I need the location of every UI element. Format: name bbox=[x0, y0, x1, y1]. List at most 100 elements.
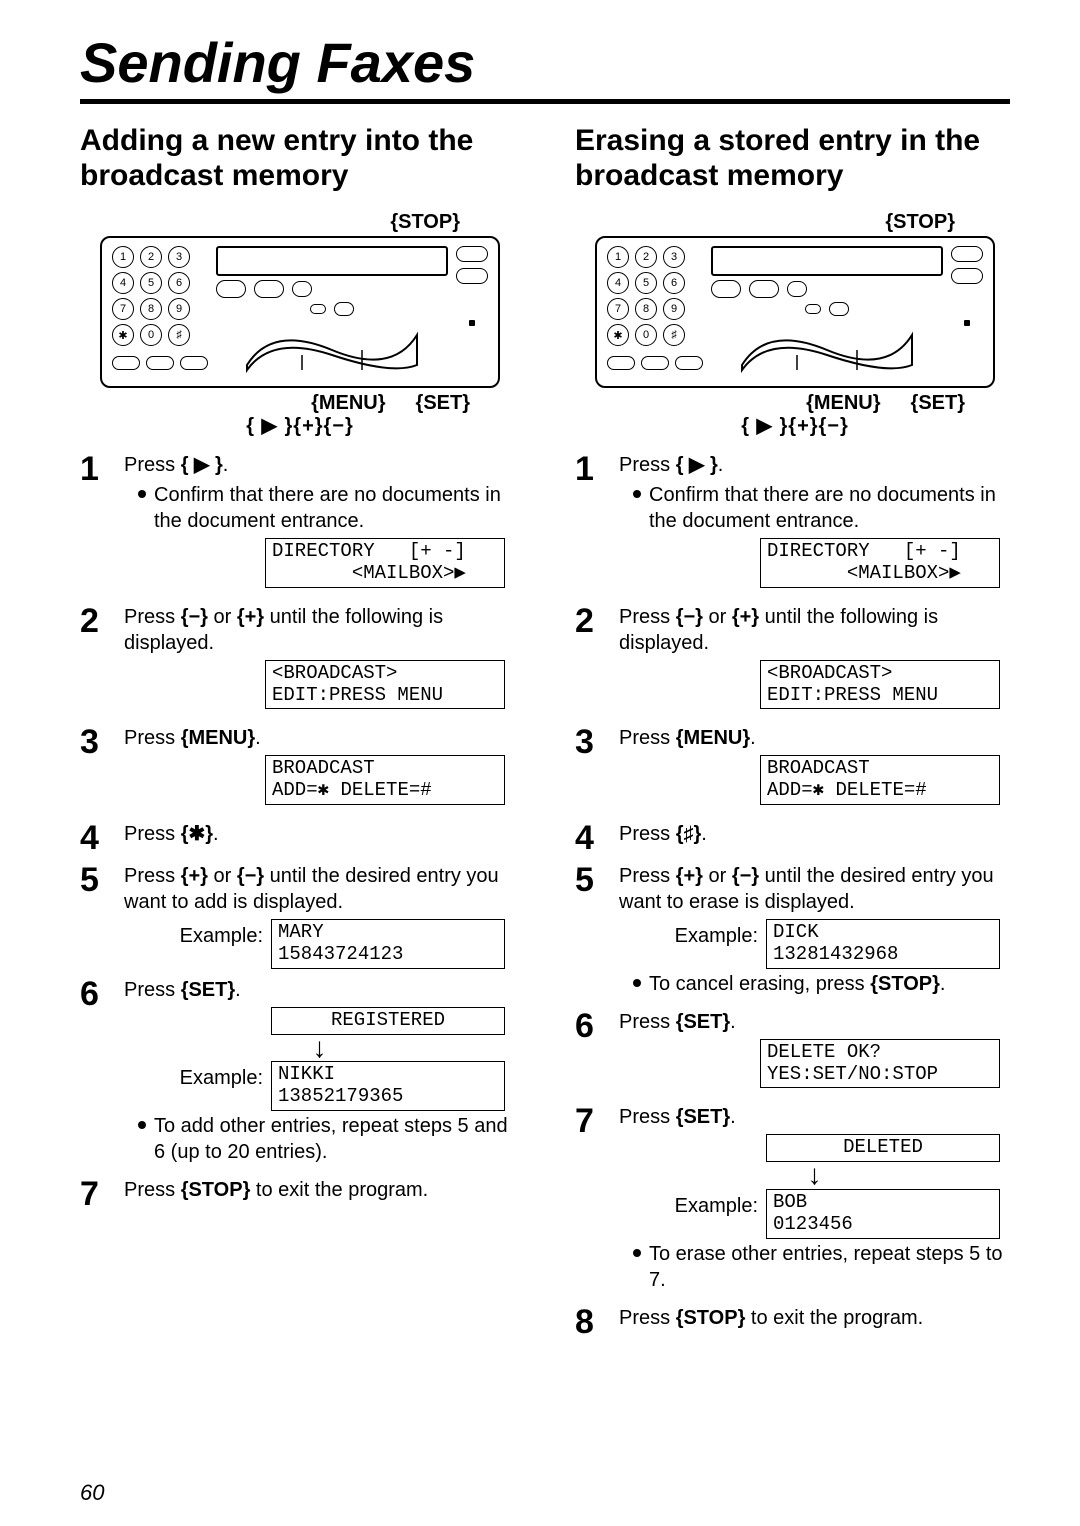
minus-key: {−} bbox=[237, 865, 264, 887]
lcd-screen bbox=[711, 246, 943, 276]
mid-btn bbox=[254, 280, 284, 298]
side-btn bbox=[951, 268, 983, 284]
lcd-display: BROADCAST ADD=✱ DELETE=# bbox=[265, 755, 505, 805]
key-9: 9 bbox=[168, 298, 190, 320]
menu-label: {MENU} bbox=[311, 392, 385, 415]
step-7: 7 Press {SET}. Example:DELETED ↓ Example… bbox=[575, 1104, 1010, 1296]
example-label: Example: bbox=[675, 919, 758, 949]
nav-keys-label: { ▶ }{+}{−} bbox=[100, 413, 500, 438]
right-key: { ▶ } bbox=[676, 454, 718, 476]
lcd-display: BROADCAST ADD=✱ DELETE=# bbox=[760, 755, 1000, 805]
lcd-display: BOB 0123456 bbox=[766, 1189, 1000, 1239]
lcd-display: DELETED bbox=[766, 1134, 1000, 1162]
example-label: Example: bbox=[180, 919, 263, 949]
lcd-display: <BROADCAST> EDIT:PRESS MENU bbox=[760, 660, 1000, 710]
mid-btn bbox=[829, 302, 849, 316]
right-subtitle: Erasing a stored entry in the broadcast … bbox=[575, 124, 1010, 193]
mid-btn bbox=[749, 280, 779, 298]
lcd-display: REGISTERED bbox=[271, 1007, 505, 1035]
step-text: Press bbox=[619, 823, 676, 845]
stop-label: {STOP} bbox=[885, 211, 955, 234]
key-6: 6 bbox=[663, 272, 685, 294]
minus-key: {−} bbox=[181, 606, 208, 628]
left-subtitle: Adding a new entry into the broadcast me… bbox=[80, 124, 515, 193]
stop-button-icon bbox=[456, 246, 488, 262]
indicator-dot bbox=[469, 320, 475, 326]
bullet-text: To erase other entries, repeat steps 5 t… bbox=[649, 1241, 1010, 1293]
paper-fold-icon bbox=[216, 320, 448, 374]
bullet-text: Confirm that there are no documents in t… bbox=[154, 482, 515, 534]
down-arrow-icon: ↓ bbox=[124, 1037, 515, 1059]
lcd-display: DICK 13281432968 bbox=[766, 919, 1000, 969]
step-text: or bbox=[703, 606, 732, 628]
step-text: Press bbox=[619, 1307, 676, 1329]
step-number: 2 bbox=[80, 604, 106, 718]
pill-btn bbox=[112, 356, 140, 370]
step-text: to exit the program. bbox=[745, 1307, 923, 1329]
step-3: 3 Press {MENU}. BROADCAST ADD=✱ DELETE=# bbox=[80, 725, 515, 813]
mid-btn bbox=[334, 302, 354, 316]
bullet-text: Confirm that there are no documents in t… bbox=[649, 482, 1010, 534]
mid-btn bbox=[805, 304, 821, 314]
step-text: to exit the program. bbox=[250, 1179, 428, 1201]
step-6: 6 Press {SET}. DELETE OK? YES:SET/NO:STO… bbox=[575, 1009, 1010, 1097]
hash-key: {♯} bbox=[676, 823, 702, 845]
plus-key: {+} bbox=[237, 606, 264, 628]
step-text: or bbox=[703, 865, 732, 887]
step-text: . bbox=[213, 823, 219, 845]
key-star: ✱ bbox=[112, 324, 134, 346]
key-4: 4 bbox=[607, 272, 629, 294]
step-number: 7 bbox=[80, 1177, 106, 1211]
key-5: 5 bbox=[140, 272, 162, 294]
step-text: . bbox=[718, 454, 724, 476]
stop-key: {STOP} bbox=[676, 1307, 746, 1329]
bullet-icon bbox=[138, 1121, 146, 1129]
step-text: . bbox=[730, 1106, 736, 1128]
step-number: 4 bbox=[80, 821, 106, 855]
key-4: 4 bbox=[112, 272, 134, 294]
key-hash: ♯ bbox=[168, 324, 190, 346]
device-diagram-left: {STOP} 123 456 789 ✱0♯ bbox=[100, 211, 500, 438]
step-number: 5 bbox=[575, 863, 601, 1001]
pill-btn bbox=[146, 356, 174, 370]
set-key: {SET} bbox=[676, 1011, 730, 1033]
step-1: 1 Press { ▶ }. Confirm that there are no… bbox=[80, 452, 515, 596]
keypad: 123 456 789 ✱0♯ bbox=[112, 246, 208, 378]
side-btn bbox=[456, 268, 488, 284]
step-number: 4 bbox=[575, 821, 601, 855]
key-5: 5 bbox=[635, 272, 657, 294]
step-text: Press bbox=[124, 865, 181, 887]
step-text: Press bbox=[619, 865, 676, 887]
lcd-screen bbox=[216, 246, 448, 276]
set-key: {SET} bbox=[181, 979, 235, 1001]
step-4: 4 Press {♯}. bbox=[575, 821, 1010, 855]
title-rule bbox=[80, 99, 1010, 104]
step-3: 3 Press {MENU}. BROADCAST ADD=✱ DELETE=# bbox=[575, 725, 1010, 813]
step-text: . bbox=[730, 1011, 736, 1033]
step-text: Press bbox=[124, 1179, 181, 1201]
step-number: 6 bbox=[575, 1009, 601, 1097]
step-text: Press bbox=[124, 727, 181, 749]
lcd-display: <BROADCAST> EDIT:PRESS MENU bbox=[265, 660, 505, 710]
key-2: 2 bbox=[635, 246, 657, 268]
plus-key: {+} bbox=[676, 865, 703, 887]
right-column: Erasing a stored entry in the broadcast … bbox=[575, 124, 1010, 1347]
set-label: {SET} bbox=[416, 392, 470, 415]
star-key: {✱} bbox=[181, 823, 213, 845]
set-key: {SET} bbox=[676, 1106, 730, 1128]
pill-btn bbox=[607, 356, 635, 370]
step-2: 2 Press {−} or {+} until the following i… bbox=[80, 604, 515, 718]
key-hash: ♯ bbox=[663, 324, 685, 346]
step-text: Press bbox=[124, 454, 181, 476]
stop-label: {STOP} bbox=[390, 211, 460, 234]
keypad: 123 456 789 ✱0♯ bbox=[607, 246, 703, 378]
key-3: 3 bbox=[663, 246, 685, 268]
menu-key: {MENU} bbox=[181, 727, 255, 749]
example-label: Example: bbox=[675, 1189, 758, 1219]
mid-btn bbox=[216, 280, 246, 298]
pill-btn bbox=[641, 356, 669, 370]
key-1: 1 bbox=[112, 246, 134, 268]
device-diagram-right: {STOP} 123 456 789 ✱0♯ bbox=[595, 211, 995, 438]
step-4: 4 Press {✱}. bbox=[80, 821, 515, 855]
step-7: 7 Press {STOP} to exit the program. bbox=[80, 1177, 515, 1211]
